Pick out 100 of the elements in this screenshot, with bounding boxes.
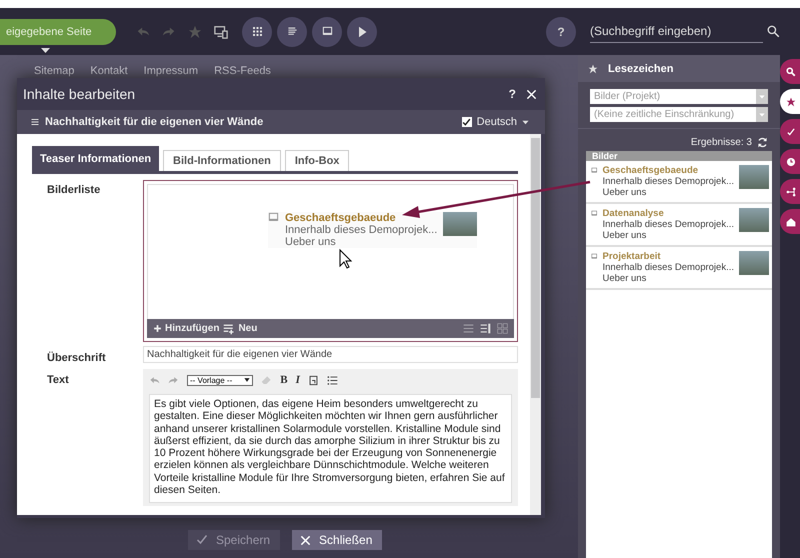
item-path: Ueber uns xyxy=(602,273,648,284)
item-description: Innerhalb dieses Demoprojek... xyxy=(602,219,734,230)
monitor-icon xyxy=(322,26,332,37)
mouse-cursor-icon xyxy=(340,248,352,269)
caret-icon xyxy=(759,112,765,118)
photo-placeholder xyxy=(739,208,769,232)
page-link[interactable]: Kontakt xyxy=(90,65,128,78)
clock-icon xyxy=(786,156,796,166)
add-button[interactable]: Hinzufügen xyxy=(153,323,220,334)
heading-input[interactable]: Nachhaltigkeit für die eigenen vier Wände xyxy=(143,346,518,363)
detail-view-icon[interactable] xyxy=(480,323,491,334)
group-header: Bilder xyxy=(586,151,772,161)
photo-placeholder xyxy=(443,212,478,236)
search-field[interactable]: (Suchbegriff eingeben) xyxy=(590,20,763,42)
lines-icon xyxy=(286,26,298,37)
check-icon xyxy=(462,118,472,126)
check-icon xyxy=(786,126,796,136)
item-path: Ueber uns xyxy=(285,236,337,248)
search-icon xyxy=(767,25,780,38)
content-title: Nachhaltigkeit für die eigenen vier Wände xyxy=(45,116,264,128)
caret-icon xyxy=(759,94,765,100)
side-tool-button[interactable] xyxy=(780,59,800,84)
grid-icon xyxy=(252,26,262,37)
field-label: Überschrift xyxy=(46,350,107,364)
menu-icon xyxy=(31,118,39,126)
caret-icon xyxy=(522,118,529,126)
scrollbar[interactable] xyxy=(530,134,541,515)
help-button[interactable]: ? xyxy=(546,16,576,46)
search-icon xyxy=(786,66,796,76)
italic-button[interactable]: I xyxy=(296,374,300,386)
dialog-title: Inhalte bearbeiten xyxy=(23,86,136,102)
star-icon xyxy=(786,96,796,106)
play-icon xyxy=(356,26,368,38)
bookmark-item[interactable]: Geschaeftsgebaeude Innerhalb dieses Demoprojek... Ueber uns xyxy=(586,161,772,204)
paste-icon xyxy=(308,374,319,386)
eraser-icon xyxy=(261,374,272,386)
page-status-button[interactable]: eigegebene Seite xyxy=(0,18,116,44)
close-icon xyxy=(526,88,537,100)
undo-icon xyxy=(149,374,160,386)
close-button[interactable]: Schließen xyxy=(292,530,382,550)
bold-button[interactable]: B xyxy=(280,374,288,386)
side-tool-button[interactable] xyxy=(780,209,800,234)
field-label: Bilderliste xyxy=(46,183,102,198)
item-title: Geschaeftsgebaeude xyxy=(285,212,397,224)
photo-placeholder xyxy=(739,251,769,275)
bookmark-item[interactable]: Projektarbeit Innerhalb dieses Demoprojek... Ueber uns xyxy=(586,247,772,290)
plus-icon xyxy=(153,324,162,333)
side-tool-button[interactable] xyxy=(780,89,800,114)
photo-placeholder xyxy=(739,165,769,189)
template-select[interactable]: -- Vorlage -- xyxy=(187,374,254,386)
filter-dropdown[interactable]: Bilder (Projekt) xyxy=(590,89,768,104)
home-icon xyxy=(786,216,796,226)
caret-icon[interactable] xyxy=(41,48,50,53)
apps-button[interactable] xyxy=(242,16,272,46)
star-icon xyxy=(188,24,202,38)
redo-icon xyxy=(168,374,179,386)
caret-icon xyxy=(244,377,250,383)
star-icon xyxy=(588,64,598,74)
new-list-icon xyxy=(223,322,236,334)
panel-title: Lesezeichen xyxy=(608,62,674,74)
item-title: Datenanalyse xyxy=(602,208,665,219)
tab[interactable]: Bild-Informationen xyxy=(163,150,281,171)
side-tool-button[interactable] xyxy=(780,119,800,144)
refresh-icon xyxy=(757,137,768,148)
network-icon xyxy=(786,186,796,196)
image-list-field[interactable]: Geschaeftsgebaeude Innerhalb dieses Demoprojek... Ueber uns Hinzufügen Neu xyxy=(143,180,518,342)
page-link[interactable]: Impressum xyxy=(144,65,198,78)
close-button[interactable] xyxy=(526,88,537,100)
play-button[interactable] xyxy=(347,16,377,46)
filter-dropdown[interactable]: (Keine zeitliche Einschränkung) xyxy=(590,107,768,122)
close-icon xyxy=(300,534,312,546)
bullet-list-icon xyxy=(326,374,338,386)
item-description: Innerhalb dieses Demoprojek... xyxy=(602,262,734,273)
bookmark-item[interactable]: Datenanalyse Innerhalb dieses Demoprojek... Ueber uns xyxy=(586,204,772,247)
page-link[interactable]: RSS-Feeds xyxy=(214,65,271,78)
side-tool-button[interactable] xyxy=(780,149,800,174)
content-button[interactable] xyxy=(277,16,307,46)
language-label[interactable]: Deutsch xyxy=(476,116,517,128)
item-description: Innerhalb dieses Demoprojek... xyxy=(285,224,438,236)
new-button[interactable]: Neu xyxy=(223,322,258,334)
side-tool-button[interactable] xyxy=(780,179,800,204)
tab[interactable]: Info-Box xyxy=(284,150,350,171)
field-label: Text xyxy=(46,373,70,388)
item-path: Ueber uns xyxy=(602,230,648,241)
item-path: Ueber uns xyxy=(602,187,648,198)
tab[interactable]: Teaser Informationen xyxy=(32,146,160,171)
item-title: Geschaeftsgebaeude xyxy=(602,165,700,176)
dragged-item[interactable]: Geschaeftsgebaeude Innerhalb dieses Demoprojek... Ueber uns xyxy=(268,212,478,248)
devices-button[interactable] xyxy=(214,24,228,38)
help-button[interactable]: ? xyxy=(508,87,516,101)
check-icon xyxy=(196,534,208,546)
text-editor[interactable] xyxy=(143,369,518,506)
devices-icon xyxy=(214,24,228,38)
item-description: Innerhalb dieses Demoprojek... xyxy=(602,176,734,187)
page-link[interactable]: Sitemap xyxy=(34,65,74,78)
preview-button[interactable] xyxy=(312,16,342,46)
language-checkbox[interactable] xyxy=(462,117,472,127)
item-title: Projektarbeit xyxy=(602,251,662,262)
body-text: Es gibt viele Optionen, das eigene Heim besonders umweltgerecht zu gestalten. Eine dieser Möglichkeiten möchten wir Ihnen gern ausführlicher anhand unserer kristallinen Solarmodule vorstellen. Kristalline Module sind äußerst effizient, da sie durch das amorphe Silizium in ihrer Struktur bis zu 10 Prozent höhere Wirkungsgrade bei der Erzeugung von Sonnenenergie erzielen können als vergleichbare Dünnschichtmodule. Welche weiteren Vorteile kristalline Module für Ihre Stromversorgung bieten, erfahren Sie auf diesen Seiten. xyxy=(149,394,512,504)
results-count: Ergebnisse: 3 xyxy=(690,137,752,148)
